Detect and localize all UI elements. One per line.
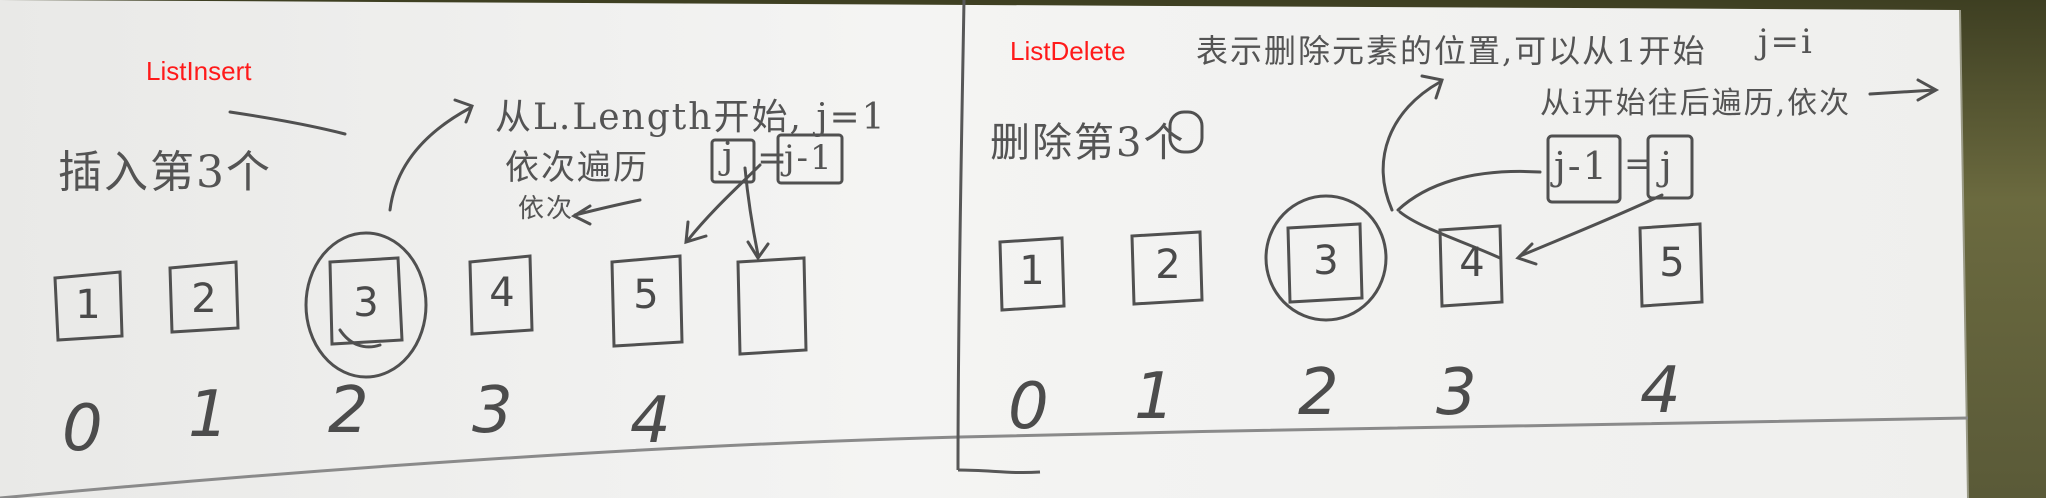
- delete-cell-value: 4: [1459, 240, 1485, 286]
- insert-cell-value: 4: [489, 270, 515, 316]
- delete-formula-equals: =: [1624, 144, 1655, 184]
- insert-cell-value: 1: [75, 282, 101, 328]
- insert-note-line1: 从L.Length开始, j=1: [495, 97, 887, 138]
- delete-cell-value: 3: [1313, 238, 1339, 284]
- listinsert-label: ListInsert: [146, 56, 252, 86]
- insert-index: 0: [62, 392, 103, 466]
- insert-cell-value: 3: [353, 280, 379, 326]
- delete-note-line2: 从i开始往后遍历,依次: [1540, 86, 1852, 121]
- insert-index: 1: [188, 378, 229, 452]
- delete-heading: 删除第3个: [990, 120, 1186, 166]
- insert-cell-value: 5: [633, 272, 659, 318]
- insert-index: 4: [630, 384, 671, 458]
- insert-index: 2: [328, 374, 369, 448]
- insert-note-line2: 依次遍历: [505, 148, 649, 188]
- listdelete-label: ListDelete: [1010, 36, 1126, 66]
- delete-index: 1: [1134, 360, 1175, 434]
- delete-note-j: j=i: [1758, 22, 1814, 62]
- delete-index: 4: [1640, 354, 1681, 428]
- insert-heading: 插入第3个: [58, 147, 272, 198]
- delete-index: 3: [1436, 356, 1477, 430]
- delete-index: 2: [1298, 356, 1339, 430]
- insert-cell-value: 2: [191, 276, 217, 322]
- delete-cell-value: 1: [1019, 248, 1045, 294]
- insert-formula-left: j: [722, 136, 736, 177]
- delete-cell-value: 5: [1659, 240, 1685, 286]
- delete-index: 0: [1008, 370, 1049, 444]
- delete-formula-left: j-1: [1554, 144, 1609, 188]
- delete-note-top: 表示删除元素的位置,可以从1开始: [1196, 32, 1707, 70]
- delete-cell-value: 2: [1155, 242, 1181, 288]
- insert-note-line3: 依次: [518, 194, 575, 224]
- delete-formula-right: j: [1660, 144, 1674, 188]
- insert-index: 3: [472, 374, 513, 448]
- insert-formula-right: j-1: [784, 138, 834, 178]
- photo: ListInsert ListDelete 插入第3个 从L.Length开始,…: [0, 0, 2046, 498]
